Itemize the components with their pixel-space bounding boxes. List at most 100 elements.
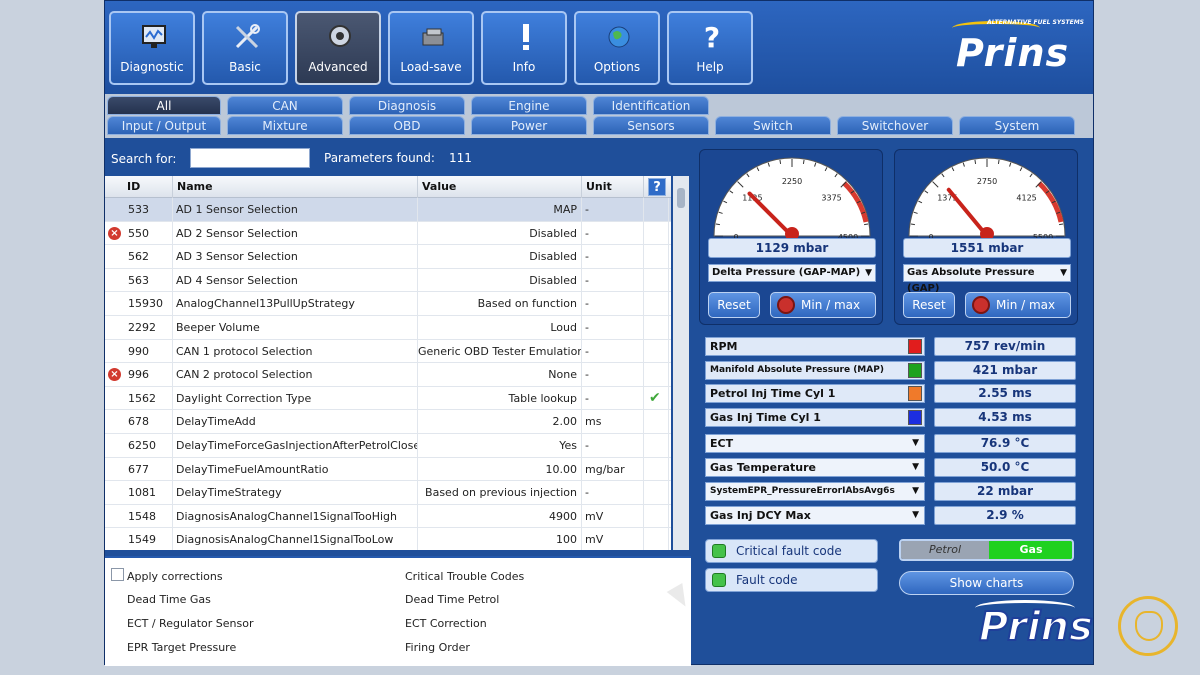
table-row[interactable]: 677 DelayTimeFuelAmountRatio 10.00 mg/bar [105, 457, 671, 482]
table-row[interactable]: 2292 Beeper Volume Loud - [105, 316, 671, 340]
show-charts-button[interactable]: Show charts [899, 571, 1074, 595]
scroll-thumb[interactable] [677, 188, 685, 208]
basic-button[interactable]: Basic [202, 11, 288, 85]
gauge-minmax-button[interactable]: Min / max [965, 292, 1071, 318]
parameter-select[interactable]: ECT ▼ [705, 434, 925, 453]
sub-item-epr-target[interactable]: EPR Target Pressure [127, 641, 236, 654]
color-swatch[interactable] [908, 339, 922, 354]
table-row[interactable]: 1562 Daylight Correction Type Table lookup… [105, 386, 671, 411]
gauge-parameter-select[interactable]: Gas Absolute Pressure (GAP) ▼ [903, 264, 1071, 294]
color-swatch[interactable] [908, 386, 922, 401]
table-row[interactable]: 678 DelayTimeAdd 2.00 ms [105, 410, 671, 434]
table-row[interactable]: 996 CAN 2 protocol Selection None - × [105, 363, 671, 387]
search-input[interactable] [190, 148, 310, 168]
tab-diagnosis[interactable]: Diagnosis [349, 96, 465, 115]
tab-sensors[interactable]: Sensors [593, 116, 709, 135]
parameter-panel: Search for: Parameters found: 111 ID Name… [105, 138, 694, 666]
parameter-select[interactable]: Gas Inj DCY Max ▼ [705, 506, 925, 525]
col-unit[interactable]: Unit [582, 176, 644, 198]
cell-value[interactable]: Yes [418, 434, 582, 457]
tab-all[interactable]: All [107, 96, 221, 115]
sub-item-ect-regulator[interactable]: ECT / Regulator Sensor [127, 617, 253, 630]
table-row[interactable]: 550 AD 2 Sensor Selection Disabled - × [105, 221, 671, 246]
sub-item-apply-corrections[interactable]: Apply corrections [127, 570, 223, 583]
gauge-reset-button[interactable]: Reset [903, 292, 955, 318]
cell-id: 563 [123, 268, 173, 292]
tab-input-output[interactable]: Input / Output [107, 116, 221, 135]
color-swatch[interactable] [908, 410, 922, 425]
prins-app-window: Diagnostic Basic Advanced Load-save Info… [104, 0, 1094, 666]
cell-value[interactable]: Based on function [418, 292, 582, 316]
tab-switchover[interactable]: Switchover [837, 116, 953, 135]
gauge-minmax-button[interactable]: Min / max [770, 292, 876, 318]
gauge-select-value: Delta Pressure (GAP-MAP) [712, 267, 861, 278]
fault-code-indicator[interactable]: Fault code [705, 568, 878, 592]
monitor-icon [142, 25, 166, 48]
cell-value[interactable]: 2.00 [418, 410, 582, 434]
parameter-value: 421 mbar [934, 361, 1076, 380]
cell-unit: - [582, 363, 644, 387]
tab-switch[interactable]: Switch [715, 116, 831, 135]
diagnostic-button[interactable]: Diagnostic [109, 11, 195, 85]
sub-item-ect-correction[interactable]: ECT Correction [405, 617, 487, 630]
cell-value[interactable]: Based on previous injection [418, 481, 582, 505]
cell-value[interactable]: Disabled [418, 221, 582, 245]
tab-obd[interactable]: OBD [349, 116, 465, 135]
cell-value[interactable]: None [418, 363, 582, 387]
critical-fault-indicator[interactable]: Critical fault code [705, 539, 878, 563]
cell-flag [644, 410, 669, 434]
table-scrollbar[interactable] [673, 176, 689, 550]
table-row[interactable]: 15930 AnalogChannel13PullUpStrategy Based … [105, 292, 671, 316]
table-row[interactable]: 562 AD 3 Sensor Selection Disabled - [105, 245, 671, 269]
cell-value[interactable]: Loud [418, 316, 582, 339]
color-swatch[interactable] [908, 363, 922, 378]
table-row[interactable]: 1548 DiagnosisAnalogChannel1SignalTooHigh… [105, 504, 671, 529]
col-id[interactable]: ID [123, 176, 173, 198]
sub-item-dead-time-petrol[interactable]: Dead Time Petrol [405, 593, 499, 606]
table-row[interactable]: 6250 DelayTimeForceGasInjectionAfterPetro… [105, 434, 671, 458]
load-save-button[interactable]: Load-save [388, 11, 474, 85]
cell-value[interactable]: Table lookup [418, 386, 582, 410]
sub-item-dead-time-gas[interactable]: Dead Time Gas [127, 593, 211, 606]
brand-tagline: ALTERNATIVE FUEL SYSTEMS [987, 19, 1084, 26]
parameter-select[interactable]: Gas Temperature ▼ [705, 458, 925, 477]
parameters-found: Parameters found: 111 [324, 151, 472, 165]
table-row[interactable]: 1549 DiagnosisAnalogChannel1SignalTooLow 1… [105, 528, 671, 550]
tab-engine[interactable]: Engine [471, 96, 587, 115]
tab-identification[interactable]: Identification [593, 96, 709, 115]
help-button[interactable]: ? Help [667, 11, 753, 85]
sub-item-critical-trouble-codes[interactable]: Critical Trouble Codes [405, 570, 524, 583]
cell-value[interactable]: 4900 [418, 504, 582, 528]
table-row[interactable]: 533 AD 1 Sensor Selection MAP - [105, 198, 671, 222]
fuel-switch[interactable]: Petrol Gas [899, 539, 1074, 561]
col-value[interactable]: Value [418, 176, 582, 198]
badge-inner [1135, 611, 1163, 641]
cell-value[interactable]: Disabled [418, 245, 582, 269]
cell-value[interactable]: 10.00 [418, 457, 582, 481]
tab-power[interactable]: Power [471, 116, 587, 135]
tab-system[interactable]: System [959, 116, 1075, 135]
gauge-reset-button[interactable]: Reset [708, 292, 760, 318]
tab-can[interactable]: CAN [227, 96, 343, 115]
apply-corrections-checkbox[interactable] [111, 568, 124, 581]
error-icon: × [108, 368, 121, 382]
gauge-parameter-select[interactable]: Delta Pressure (GAP-MAP) ▼ [708, 264, 876, 282]
cell-value[interactable]: Generic OBD Tester Emulation [418, 339, 582, 363]
tab-mixture[interactable]: Mixture [227, 116, 343, 135]
critical-fault-label: Critical fault code [736, 544, 842, 558]
cell-value[interactable]: 100 [418, 528, 582, 550]
table-row[interactable]: 1081 DelayTimeStrategy Based on previous i… [105, 481, 671, 505]
col-name[interactable]: Name [173, 176, 418, 198]
sub-item-firing-order[interactable]: Firing Order [405, 641, 470, 654]
advanced-button[interactable]: Advanced [295, 11, 381, 85]
options-button[interactable]: Options [574, 11, 660, 85]
parameter-select[interactable]: SystemEPR_PressureErrorIAbsAvg6s ▼ [705, 482, 925, 501]
cell-name: DiagnosisAnalogChannel1SignalTooHigh [173, 504, 418, 528]
cell-value[interactable]: Disabled [418, 268, 582, 292]
table-row[interactable]: 990 CAN 1 protocol Selection Generic OBD T… [105, 339, 671, 364]
table-help-button[interactable]: ? [648, 178, 666, 196]
cell-value[interactable]: MAP [418, 198, 582, 221]
cell-id: 1548 [123, 504, 173, 528]
table-row[interactable]: 563 AD 4 Sensor Selection Disabled - [105, 268, 671, 293]
info-button[interactable]: Info [481, 11, 567, 85]
